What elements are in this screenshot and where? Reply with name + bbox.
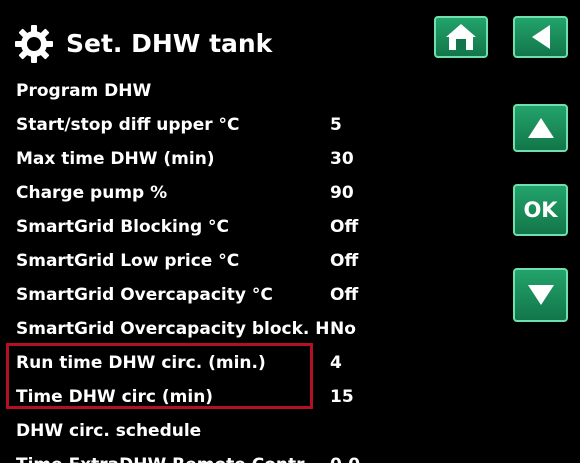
- menu-item-smartgrid-overcapacity[interactable]: SmartGrid Overcapacity °C Off: [16, 278, 376, 312]
- back-button[interactable]: [513, 16, 568, 58]
- menu-item-label: SmartGrid Blocking °C: [16, 217, 230, 237]
- gear-icon: [15, 25, 53, 63]
- menu-item-value: Off: [330, 217, 359, 237]
- scroll-down-button[interactable]: [513, 268, 568, 322]
- home-icon: [446, 24, 476, 50]
- ok-button-label: OK: [523, 198, 558, 222]
- screen: Set. DHW tank OK Program DHW Start/stop …: [0, 0, 580, 463]
- down-arrow-icon: [527, 285, 554, 305]
- menu-item-max-time-dhw[interactable]: Max time DHW (min) 30: [16, 142, 376, 176]
- menu-item-label: DHW circ. schedule: [16, 421, 202, 441]
- menu-item-label: SmartGrid Overcapacity °C: [16, 285, 273, 305]
- menu-item-charge-pump[interactable]: Charge pump % 90: [16, 176, 376, 210]
- menu-item-value: 0.0: [330, 448, 360, 463]
- menu-item-value: No: [330, 319, 356, 339]
- highlight-box: [6, 343, 313, 409]
- menu-item-label: Start/stop diff upper °C: [16, 115, 240, 135]
- menu-item-label: Time ExtraDHW Remote Contr.: [16, 448, 309, 463]
- back-arrow-icon: [531, 25, 550, 49]
- menu-item-value: 5: [330, 115, 342, 135]
- home-button[interactable]: [434, 16, 488, 58]
- ok-button[interactable]: OK: [513, 184, 568, 236]
- menu-item-value: 30: [330, 149, 354, 169]
- menu-item-smartgrid-low-price[interactable]: SmartGrid Low price °C Off: [16, 244, 376, 278]
- menu-item-value: 90: [330, 183, 354, 203]
- menu-item-value: 4: [330, 353, 342, 373]
- menu-item-dhw-circ-schedule[interactable]: DHW circ. schedule: [16, 414, 376, 448]
- menu-item-label: SmartGrid Low price °C: [16, 251, 240, 271]
- menu-item-start-stop-diff[interactable]: Start/stop diff upper °C 5: [16, 108, 376, 142]
- page-title: Set. DHW tank: [66, 29, 273, 58]
- menu-item-label: Max time DHW (min): [16, 149, 215, 169]
- scroll-up-button[interactable]: [513, 104, 568, 152]
- menu-item-program-dhw[interactable]: Program DHW: [16, 74, 376, 108]
- menu-item-smartgrid-blocking[interactable]: SmartGrid Blocking °C Off: [16, 210, 376, 244]
- menu-item-value: 15: [330, 387, 354, 407]
- up-arrow-icon: [527, 118, 554, 138]
- menu-item-value: Off: [330, 251, 359, 271]
- menu-item-label: SmartGrid Overcapacity block. H: [16, 319, 330, 339]
- menu-item-smartgrid-overcapacity-block[interactable]: SmartGrid Overcapacity block. H No: [16, 312, 376, 346]
- menu-item-label: Program DHW: [16, 81, 152, 101]
- menu-item-label: Charge pump %: [16, 183, 168, 203]
- menu-item-time-extradhw-remote[interactable]: Time ExtraDHW Remote Contr. 0.0: [16, 448, 376, 463]
- menu-item-value: Off: [330, 285, 359, 305]
